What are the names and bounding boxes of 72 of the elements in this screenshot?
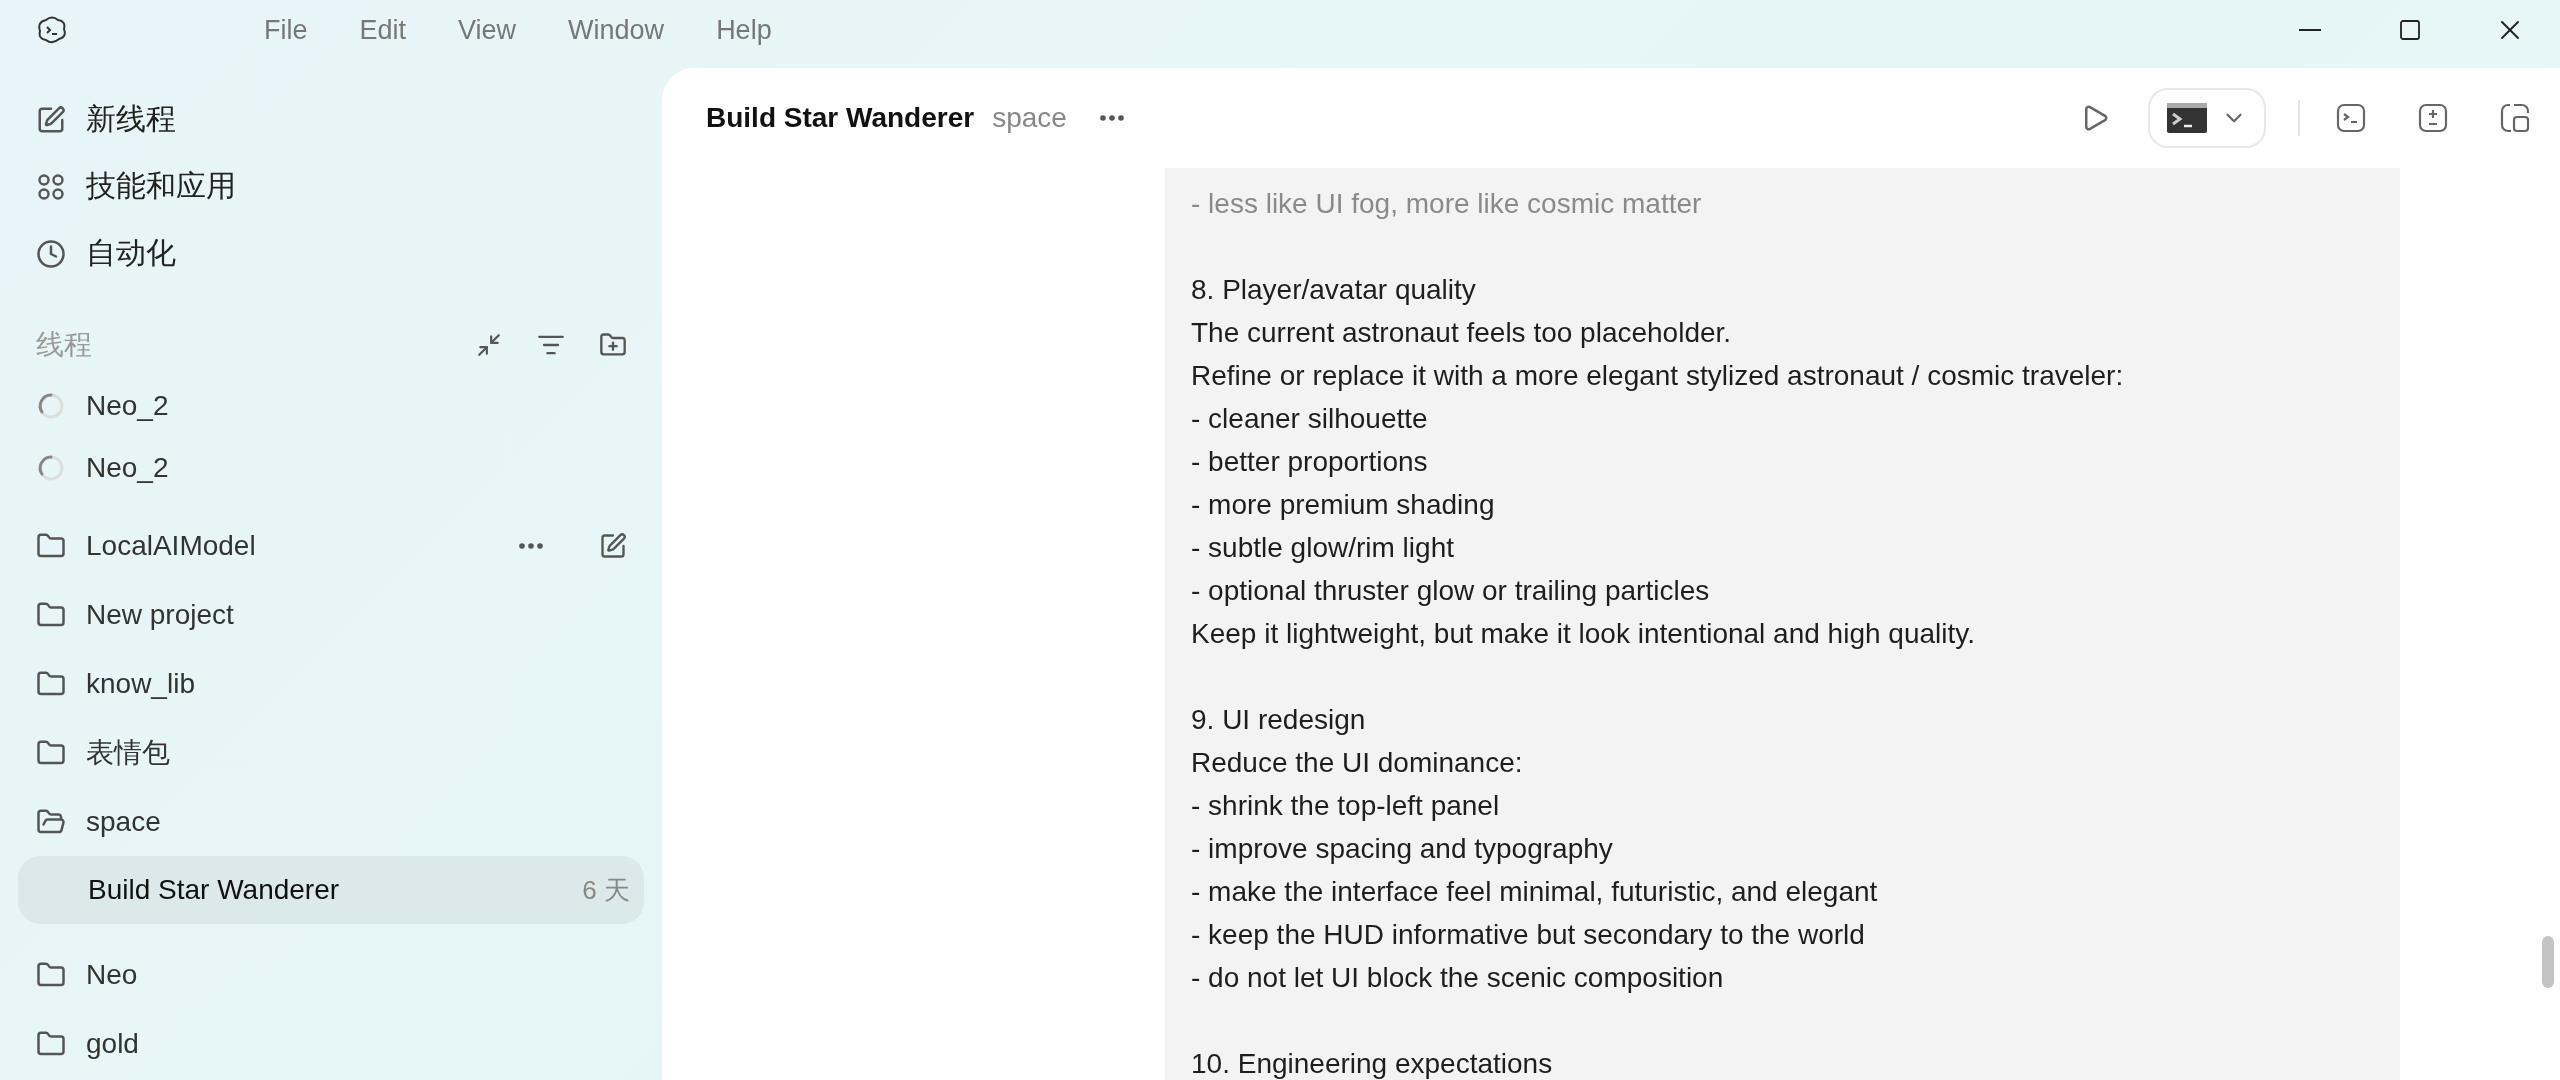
message-line: 8. Player/avatar quality — [1191, 273, 1477, 307]
section-title: 线程 — [36, 328, 93, 362]
clock-icon — [36, 238, 66, 269]
thread-title: Neo_2 — [86, 452, 170, 484]
project-item[interactable]: Neo — [18, 940, 644, 1009]
project-title: Neo — [86, 958, 139, 991]
new-thread-icon — [36, 104, 66, 135]
spinner-icon — [36, 391, 66, 421]
thread-item[interactable]: Build Star Wanderer 6 天 — [18, 856, 644, 924]
thread-title: Build Star Wanderer — [88, 874, 341, 906]
nav-item[interactable]: 新线程 — [18, 86, 644, 153]
project-item[interactable]: 表情包 — [18, 718, 644, 787]
spinner-icon — [36, 453, 66, 483]
terminal-icon — [2167, 103, 2207, 133]
message-line: - optional thruster glow or trailing particles — [1191, 574, 1711, 608]
project-item[interactable]: space — [18, 787, 644, 856]
project-title: gold — [86, 1027, 140, 1060]
message-line: - keep the HUD informative but secondary to the world — [1191, 918, 1866, 952]
menu-item[interactable]: File — [238, 14, 334, 46]
thread-title: Build Star Wanderer — [706, 102, 975, 134]
grid-icon — [36, 171, 66, 202]
project-item[interactable]: New project — [18, 580, 644, 649]
project-item[interactable]: LocalAIModel — [18, 511, 644, 580]
menu-item[interactable]: View — [432, 14, 543, 46]
message-line: Reduce the UI dominance: — [1191, 746, 1524, 780]
message-line: - less like UI fog, more like cosmic matter — [1191, 187, 1703, 221]
maximize-icon — [2398, 18, 2422, 42]
terminal-icon — [2336, 103, 2366, 133]
thread-age: 6 天 — [582, 873, 630, 907]
message-line: Refine or replace it with a more elegant stylized astronaut / cosmic traveler: — [1191, 359, 2125, 393]
minimize-icon — [2299, 29, 2321, 31]
folder-plus-icon — [599, 331, 627, 359]
thread-item[interactable]: Neo_2 — [18, 375, 644, 437]
edit-icon — [599, 531, 627, 560]
project-title: LocalAIModel — [86, 529, 257, 562]
nav-label: 技能和应用 — [86, 168, 236, 204]
project-item[interactable]: know_lib — [18, 649, 644, 718]
plus-minus-icon — [2418, 103, 2448, 133]
project-item[interactable]: gold — [18, 1009, 644, 1078]
project-title: New project — [86, 598, 235, 631]
message-line: 9. UI redesign — [1191, 703, 1367, 737]
message-line: - improve spacing and typography — [1191, 832, 1614, 866]
message-line: - cleaner silhouette — [1191, 402, 1429, 436]
message-line: - better proportions — [1191, 445, 1429, 479]
app-logo-icon — [36, 14, 68, 46]
message-line: 10. Engineering expectations — [1191, 1047, 1554, 1080]
nav-label: 自动化 — [86, 235, 176, 271]
more-icon — [519, 542, 543, 549]
terminal-picker[interactable] — [2148, 88, 2266, 148]
more-icon — [1099, 115, 1124, 121]
thread-item[interactable]: Neo_2 — [18, 437, 644, 499]
message-line: Keep it lightweight, but make it look intentional and high quality. — [1191, 617, 1976, 651]
project-title: 表情包 — [86, 735, 171, 770]
message-line: - do not let UI block the scenic composition — [1191, 961, 1725, 995]
menu-item[interactable]: Help — [690, 14, 798, 46]
message-line: - more premium shading — [1191, 488, 1496, 522]
collapse-icon — [476, 332, 502, 358]
project-title: space — [86, 805, 162, 838]
message-line: The current astronaut feels too placeholder. — [1191, 316, 1733, 350]
nav-label: 新线程 — [86, 101, 176, 137]
nav-item[interactable]: 自动化 — [18, 220, 644, 287]
message-line: - subtle glow/rim light — [1191, 531, 1455, 565]
menu-item[interactable]: Edit — [333, 14, 433, 46]
scrollbar-thumb[interactable] — [2542, 936, 2554, 988]
project-title: know_lib — [86, 667, 196, 700]
message-line: - shrink the top-left panel — [1191, 789, 1501, 823]
message-line: - make the interface feel minimal, futuristic, and elegant — [1191, 875, 1879, 909]
thread-title: Neo_2 — [86, 390, 170, 422]
nav-item[interactable]: 技能和应用 — [18, 153, 644, 220]
menu-item[interactable]: Window — [542, 14, 691, 46]
squares-icon — [2500, 103, 2530, 133]
project-name: space — [992, 102, 1067, 134]
